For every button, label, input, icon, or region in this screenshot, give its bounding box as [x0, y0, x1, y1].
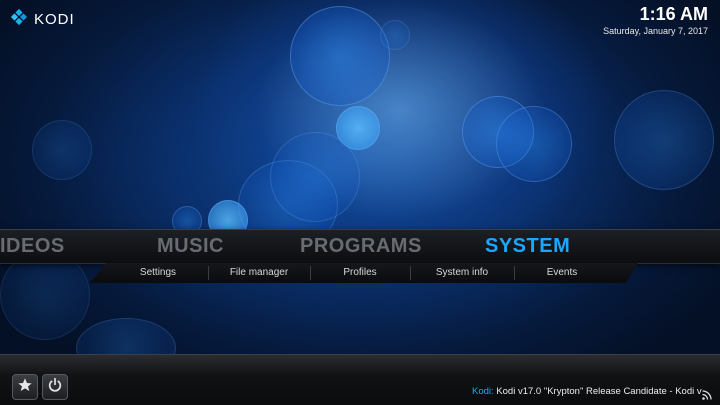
menu-item-music[interactable]: MUSIC [157, 230, 224, 263]
menu-item-programs[interactable]: PROGRAMS [300, 230, 422, 263]
background-bubble [614, 90, 714, 190]
background-bubble [270, 132, 360, 222]
submenu-item-settings[interactable]: Settings [110, 263, 206, 283]
clock: 1:16 AM Saturday, January 7, 2017 [603, 4, 708, 36]
ticker-source: Kodi: [472, 386, 494, 397]
bottom-bar [0, 354, 720, 405]
favourites-button[interactable] [12, 374, 38, 400]
kodi-logo: KODI [10, 8, 75, 31]
clock-date: Saturday, January 7, 2017 [603, 26, 708, 36]
menu-item-videos[interactable]: IDEOS [0, 230, 65, 263]
star-icon [17, 377, 33, 398]
rss-ticker: Kodi: Kodi v17.0 "Krypton" Release Candi… [472, 386, 702, 397]
background-wallpaper [0, 0, 720, 404]
background-bubble [496, 106, 572, 182]
submenu-item-file-manager[interactable]: File manager [210, 263, 308, 283]
submenu-item-profiles[interactable]: Profiles [312, 263, 408, 283]
background-bubble [380, 20, 410, 50]
submenu-divider [310, 266, 311, 280]
app-name: KODI [34, 11, 75, 28]
submenu-divider [208, 266, 209, 280]
submenu-item-system-info[interactable]: System info [412, 263, 512, 283]
clock-time: 1:16 AM [639, 4, 708, 24]
submenu-divider [410, 266, 411, 280]
background-bubble [32, 120, 92, 180]
ticker-text: Kodi v17.0 "Krypton" Release Candidate -… [496, 386, 702, 397]
kodi-logo-icon [10, 8, 28, 31]
power-icon [47, 377, 63, 398]
submenu-item-events[interactable]: Events [516, 263, 608, 283]
menu-item-system[interactable]: SYSTEM [485, 230, 570, 263]
main-menu-bar: IDEOS MUSIC PROGRAMS SYSTEM [0, 229, 720, 264]
background-bubble [290, 6, 390, 106]
power-button[interactable] [42, 374, 68, 400]
submenu-divider [514, 266, 515, 280]
submenu-bar: Settings File manager Profiles System in… [90, 263, 638, 283]
rss-icon[interactable] [702, 387, 712, 400]
